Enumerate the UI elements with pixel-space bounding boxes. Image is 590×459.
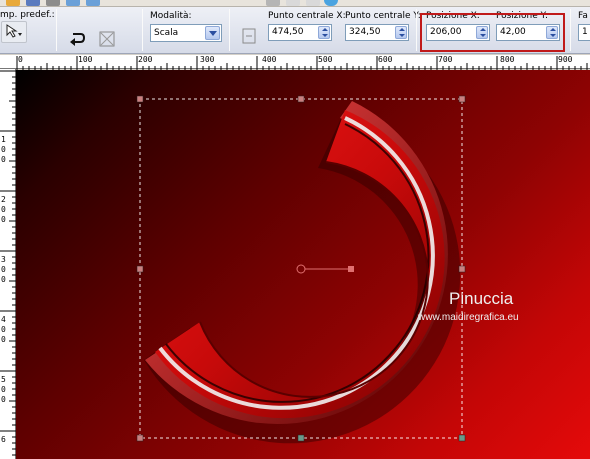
rotation-handle[interactable]	[348, 266, 354, 272]
rotate-arrow-icon	[70, 33, 86, 46]
ruler-label: 100	[78, 55, 93, 64]
center-x-input[interactable]: 474,50	[268, 24, 332, 41]
save-icon[interactable]	[26, 0, 40, 6]
ruler-label: 3	[1, 255, 6, 264]
ruler-label: 5	[1, 375, 6, 384]
ruler-label: 0	[1, 205, 6, 214]
separator	[416, 9, 417, 51]
center-x-label: Punto centrale X:	[268, 11, 346, 21]
pivot-point[interactable]	[296, 264, 306, 274]
browser-icon[interactable]	[324, 0, 338, 6]
center-x-value: 474,50	[272, 27, 304, 37]
ruler-label: 1	[1, 135, 6, 144]
position-highlight-box	[420, 13, 565, 52]
paste-icon[interactable]	[306, 0, 320, 6]
image-canvas[interactable]: Pinuccia www.maidiregrafica.eu	[16, 70, 590, 459]
top-toolbar-strip	[0, 0, 590, 7]
resize-handle[interactable]	[136, 95, 144, 103]
mode-label: Modalità:	[150, 11, 192, 21]
arc-inner-edge	[199, 161, 429, 398]
resize-handle[interactable]	[297, 95, 305, 103]
ruler-label: 500	[318, 55, 333, 64]
watermark-name: Pinuccia	[449, 289, 514, 308]
ruler-label: 0	[18, 55, 23, 64]
ruler-label: 0	[1, 335, 6, 344]
separator	[229, 9, 230, 51]
separator	[56, 9, 57, 51]
ruler-label: 400	[262, 55, 277, 64]
folder-icon[interactable]	[6, 0, 20, 6]
preset-picker-button[interactable]	[1, 21, 27, 43]
perspective-button[interactable]	[96, 28, 118, 50]
mode-select[interactable]: Scala	[150, 24, 222, 42]
copy-icon[interactable]	[286, 0, 300, 6]
ruler-label: 0	[1, 325, 6, 334]
ruler-label: 200	[138, 55, 153, 64]
extra-value: 1	[582, 27, 588, 37]
tool-options-palette: mp. predef.: Modalità: Scala Punto centr…	[0, 7, 590, 54]
resize-handle[interactable]	[458, 265, 466, 273]
ruler-label: 0	[1, 385, 6, 394]
resize-handle[interactable]	[136, 265, 144, 273]
resize-handle[interactable]	[136, 434, 144, 442]
ruler-label: 2	[1, 195, 6, 204]
ruler-label: 0	[1, 145, 6, 154]
extra-input[interactable]: 1	[578, 24, 590, 41]
resize-handle[interactable]	[458, 95, 466, 103]
mode-value: Scala	[154, 28, 179, 38]
redo-icon[interactable]	[86, 0, 100, 6]
separator	[570, 9, 571, 51]
extra-label: Fa	[578, 11, 588, 21]
ruler-label: 600	[378, 55, 393, 64]
ruler-label: 700	[438, 55, 453, 64]
ruler-label: 4	[1, 315, 6, 324]
perspective-icon	[99, 31, 115, 47]
cut-icon[interactable]	[266, 0, 280, 6]
center-pivot-button[interactable]	[238, 25, 260, 47]
watermark-site: www.maidiregrafica.eu	[417, 312, 519, 323]
vertical-ruler: 1 0 0 2 0 0 3 0 0 4 0 0 5 0 0 6	[0, 69, 16, 459]
pivot-icon	[242, 28, 256, 44]
print-icon[interactable]	[46, 0, 60, 6]
ruler-label: 0	[1, 265, 6, 274]
pick-tool-icon	[6, 24, 22, 38]
ruler-label: 6	[1, 435, 6, 444]
center-y-input[interactable]: 324,50	[345, 24, 409, 41]
resize-handle[interactable]	[297, 434, 305, 442]
ruler-label: 0	[1, 155, 6, 164]
spin-arrows-icon[interactable]	[395, 26, 407, 39]
reset-rectangle-button[interactable]	[66, 28, 88, 50]
ruler-label: 0	[1, 395, 6, 404]
ruler-label: 0	[1, 275, 6, 284]
resize-handle[interactable]	[458, 434, 466, 442]
ruler-label: 900	[558, 55, 573, 64]
preset-label: mp. predef.:	[0, 10, 55, 20]
app-window: mp. predef.: Modalità: Scala Punto centr…	[0, 0, 590, 459]
center-y-value: 324,50	[349, 27, 381, 37]
ruler-label: 0	[1, 215, 6, 224]
center-y-label: Punto centrale Y:	[345, 11, 421, 21]
ruler-label: 800	[500, 55, 515, 64]
horizontal-ruler: 0 100 200 300 400 500 600 700 800 900	[0, 55, 590, 70]
ruler-label: 300	[200, 55, 215, 64]
separator	[142, 9, 143, 51]
spin-arrows-icon[interactable]	[318, 26, 330, 39]
canvas-artwork: Pinuccia www.maidiregrafica.eu	[136, 95, 519, 444]
chevron-down-icon[interactable]	[205, 26, 220, 40]
undo-icon[interactable]	[66, 0, 80, 6]
